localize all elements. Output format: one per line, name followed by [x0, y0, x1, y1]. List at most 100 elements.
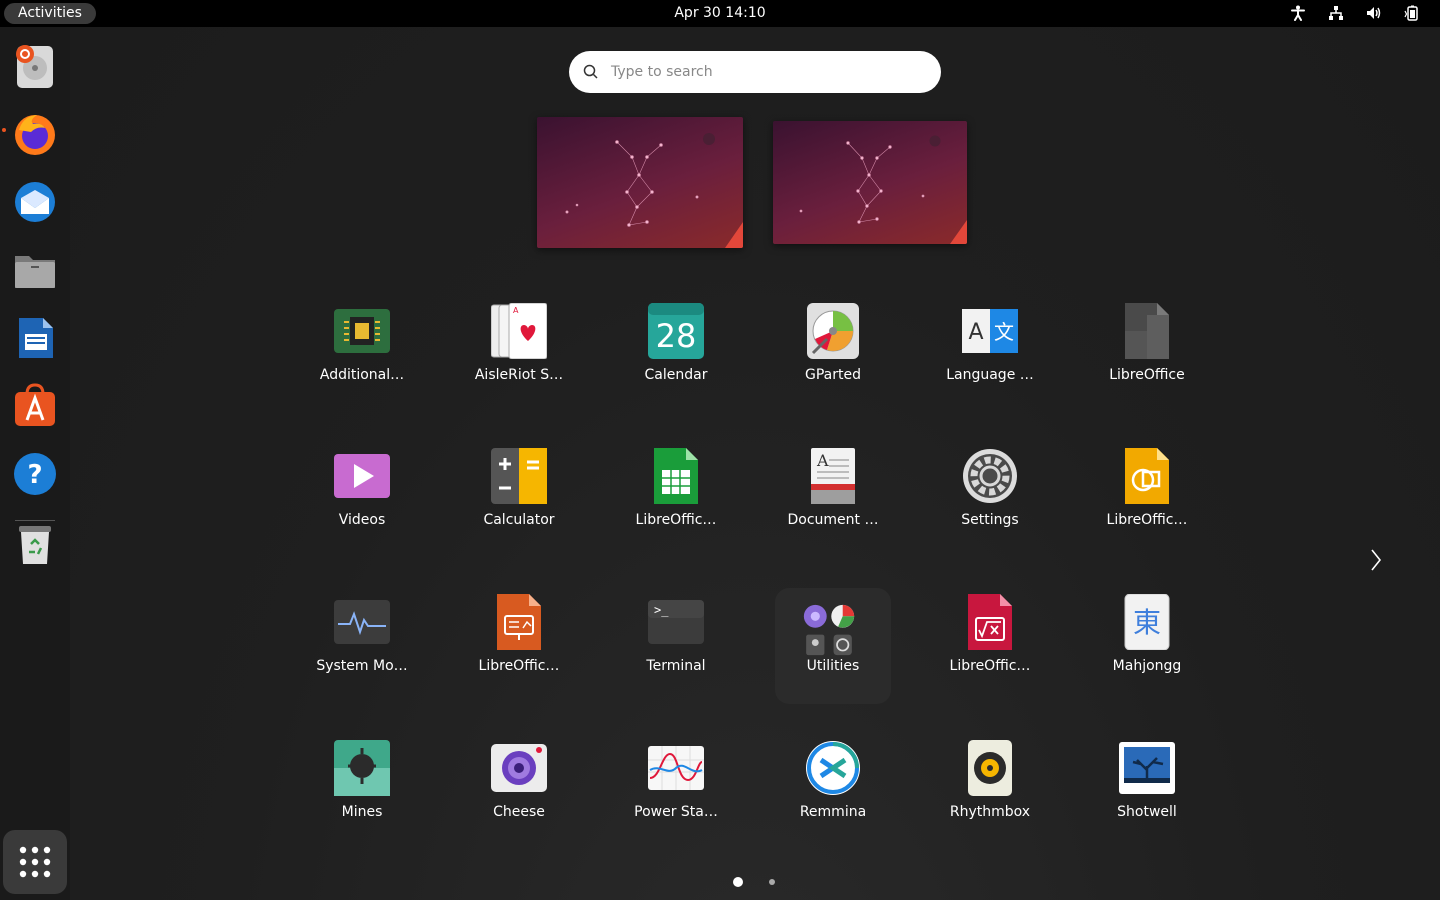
app-label: Language … [946, 367, 1034, 383]
app-label: Power Sta… [634, 804, 718, 820]
app-document-viewer[interactable]: A Document … [765, 442, 901, 558]
remmina-icon [806, 741, 860, 795]
app-label: Settings [961, 512, 1019, 528]
videos-icon [334, 454, 390, 498]
app-label: Mines [341, 804, 383, 820]
additional-drivers-icon [334, 309, 390, 353]
svg-text:A: A [513, 306, 519, 315]
folder-utilities[interactable]: Utilities [775, 588, 891, 704]
app-grid: Additional… A AisleRiot S… 28 Calendar G… [294, 297, 1238, 827]
app-mines[interactable]: Mines [294, 734, 430, 850]
system-tray[interactable] [1284, 4, 1426, 22]
libreoffice-draw-icon [1125, 448, 1169, 504]
clock-button[interactable]: Apr 30 14:10 [674, 5, 765, 21]
search-placeholder: Type to search [611, 64, 713, 80]
utilities-folder-icon [803, 604, 855, 656]
app-label: Mahjongg [1112, 658, 1182, 674]
app-libreoffice-draw[interactable]: LibreOffic… [1079, 442, 1215, 558]
activities-button[interactable]: Activities [4, 3, 96, 24]
app-additional-drivers[interactable]: Additional… [294, 297, 430, 413]
document-viewer-icon: A [811, 448, 855, 504]
page-indicator [70, 877, 1440, 887]
accessibility-icon[interactable] [1284, 4, 1312, 22]
svg-text:>_: >_ [654, 603, 669, 617]
ubuntu-software-icon[interactable] [6, 377, 64, 435]
page-dot-2[interactable] [767, 877, 777, 887]
app-label: Utilities [806, 658, 860, 674]
app-label: Rhythmbox [949, 804, 1031, 820]
app-shotwell[interactable]: Shotwell [1079, 734, 1215, 850]
app-videos[interactable]: Videos [294, 442, 430, 558]
app-settings[interactable]: Settings [922, 442, 1058, 558]
app-label: Cheese [493, 804, 545, 820]
app-calculator[interactable]: Calculator [451, 442, 587, 558]
svg-text:文: 文 [994, 320, 1014, 344]
calendar-icon: 28 [648, 303, 704, 359]
app-label: Remmina [799, 804, 867, 820]
app-label: LibreOffice [1109, 367, 1185, 383]
ubuntu-installer-icon[interactable] [6, 37, 64, 95]
app-label: LibreOffic… [949, 658, 1031, 674]
aisleriot-icon: A [491, 303, 547, 359]
app-libreoffice-calc[interactable]: LibreOffic… [608, 442, 744, 558]
language-support-icon: A文 [962, 309, 1018, 353]
app-system-monitor[interactable]: System Mo… [294, 588, 430, 704]
search-input[interactable]: Type to search [569, 51, 941, 93]
app-remmina[interactable]: Remmina [765, 734, 901, 850]
network-icon[interactable] [1322, 4, 1350, 22]
firefox-icon[interactable] [6, 105, 64, 163]
thunderbird-icon[interactable] [6, 173, 64, 231]
svg-text:28: 28 [656, 317, 697, 355]
calculator-icon [491, 448, 547, 504]
app-gparted[interactable]: GParted [765, 297, 901, 413]
show-applications-button[interactable] [3, 830, 67, 894]
shotwell-icon [1119, 742, 1175, 794]
page-dot-1[interactable] [733, 877, 743, 887]
rhythmbox-icon [968, 740, 1012, 796]
help-icon[interactable]: ? [6, 445, 64, 503]
app-label: LibreOffic… [635, 512, 717, 528]
svg-text:?: ? [27, 460, 42, 490]
app-grid-overview: Type to search Additional… A AisleRiot S… [70, 27, 1440, 900]
app-label: Videos [338, 512, 386, 528]
app-power-statistics[interactable]: Power Sta… [608, 734, 744, 850]
battery-icon[interactable] [1398, 4, 1426, 22]
search-icon [583, 64, 598, 79]
mahjongg-icon: 東 [1124, 594, 1170, 650]
svg-text:東: 東 [1133, 606, 1161, 639]
chevron-right-icon [1371, 549, 1382, 571]
app-aisleriot[interactable]: A AisleRiot S… [451, 297, 587, 413]
app-libreoffice-impress[interactable]: LibreOffic… [451, 588, 587, 704]
app-label: Calendar [644, 367, 708, 383]
volume-icon[interactable] [1360, 4, 1388, 22]
workspace-thumbnail-2[interactable] [773, 121, 967, 244]
app-label: LibreOffic… [1106, 512, 1188, 528]
libreoffice-icon [1125, 303, 1169, 359]
trash-icon[interactable] [6, 515, 64, 573]
svg-text:A: A [816, 451, 829, 470]
svg-text:A: A [968, 320, 983, 345]
libreoffice-writer-icon[interactable] [6, 309, 64, 367]
app-label: AisleRiot S… [474, 367, 564, 383]
app-libreoffice-math[interactable]: LibreOffic… [922, 588, 1058, 704]
app-label: Additional… [319, 367, 405, 383]
settings-icon [963, 449, 1017, 503]
next-page-button[interactable] [1361, 545, 1391, 575]
grid-icon [19, 846, 51, 878]
app-label: LibreOffic… [478, 658, 560, 674]
app-label: System Mo… [316, 658, 408, 674]
app-language-support[interactable]: A文 Language … [922, 297, 1058, 413]
power-statistics-icon [648, 746, 704, 790]
app-mahjongg[interactable]: 東 Mahjongg [1079, 588, 1215, 704]
app-cheese[interactable]: Cheese [451, 734, 587, 850]
app-terminal[interactable]: >_ Terminal [608, 588, 744, 704]
files-icon[interactable] [6, 241, 64, 299]
workspace-thumbnail-1[interactable] [537, 117, 743, 248]
app-calendar[interactable]: 28 Calendar [608, 297, 744, 413]
app-rhythmbox[interactable]: Rhythmbox [922, 734, 1058, 850]
dock: ? [0, 27, 70, 900]
libreoffice-impress-icon [497, 594, 541, 650]
app-libreoffice[interactable]: LibreOffice [1079, 297, 1215, 413]
system-monitor-icon [334, 600, 390, 644]
app-label: Terminal [646, 658, 706, 674]
